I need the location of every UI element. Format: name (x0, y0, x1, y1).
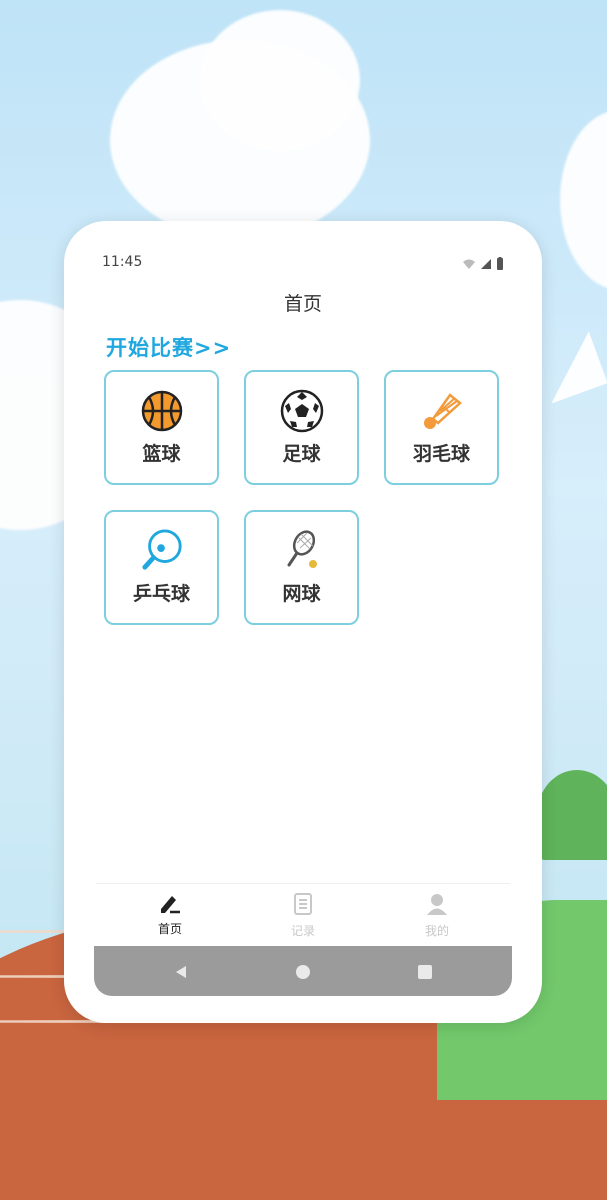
page-title: 首页 (283, 293, 322, 315)
signal-icon (480, 255, 492, 274)
tennis-racket-icon (280, 529, 324, 573)
sport-label: 羽毛球 (412, 443, 470, 465)
sport-tile-basketball[interactable]: 篮球 (104, 370, 219, 485)
notebook-icon (291, 892, 315, 920)
nav-label: 记录 (290, 924, 315, 938)
basketball-icon (140, 389, 184, 433)
sport-label: 篮球 (142, 443, 181, 465)
status-icons (462, 255, 504, 274)
nav-label: 我的 (424, 924, 449, 938)
nav-item-records[interactable]: 记录 (273, 892, 333, 939)
status-time: 11:45 (102, 254, 143, 270)
nav-item-home[interactable]: 首页 (140, 892, 200, 937)
nav-label: 首页 (157, 922, 182, 936)
app-window: 11:45 首页 开始比赛>> 篮球 足球 羽毛球 乒乓球 网球 首页 记录 我… (64, 221, 542, 1023)
sport-tile-badminton[interactable]: 羽毛球 (384, 370, 499, 485)
system-nav-bar (94, 946, 512, 996)
edit-pen-icon (158, 892, 182, 918)
recents-icon[interactable] (414, 961, 436, 983)
start-match-heading: 开始比赛>> (106, 336, 232, 360)
sport-tile-soccer[interactable]: 足球 (244, 370, 359, 485)
sport-label: 网球 (282, 583, 321, 605)
home-icon[interactable] (292, 961, 314, 983)
battery-icon (496, 255, 504, 274)
sport-tile-ping-pong[interactable]: 乒乓球 (104, 510, 219, 625)
shuttlecock-icon (420, 389, 464, 433)
bottom-nav: 首页 记录 我的 (96, 883, 510, 946)
sport-label: 足球 (282, 443, 321, 465)
soccer-ball-icon (280, 389, 324, 433)
sport-tile-tennis[interactable]: 网球 (244, 510, 359, 625)
nav-item-mine[interactable]: 我的 (407, 892, 467, 939)
back-icon[interactable] (170, 961, 192, 983)
wifi-icon (462, 255, 476, 274)
sport-label: 乒乓球 (132, 583, 190, 605)
user-icon (425, 892, 449, 920)
ping-pong-paddle-icon (140, 529, 184, 573)
